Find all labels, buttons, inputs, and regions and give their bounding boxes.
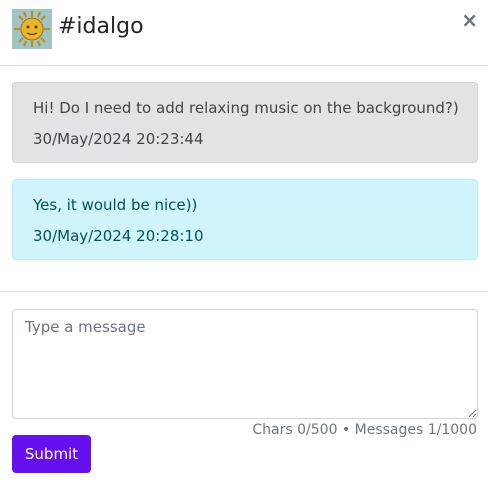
close-icon[interactable]: × <box>461 9 478 31</box>
message-timestamp: 30/May/2024 20:23:44 <box>33 130 204 148</box>
char-message-counter: Chars 0/500 • Messages 1/1000 <box>252 422 477 438</box>
message-sent: Yes, it would be nice)) 30/May/2024 20:2… <box>12 179 478 260</box>
chat-header: #idalgo × <box>0 0 488 66</box>
message-text: Yes, it would be nice)) <box>33 196 198 214</box>
sun-face-icon <box>12 9 52 49</box>
message-received: Hi! Do I need to add relaxing music on t… <box>12 82 478 163</box>
message-text: Hi! Do I need to add relaxing music on t… <box>33 99 459 117</box>
avatar <box>12 9 52 49</box>
message-timestamp: 30/May/2024 20:28:10 <box>33 227 204 245</box>
message-input[interactable] <box>12 309 478 419</box>
submit-button[interactable]: Submit <box>12 435 91 473</box>
chat-title: #idalgo <box>58 14 144 39</box>
message-list: Hi! Do I need to add relaxing music on t… <box>0 66 488 292</box>
message-composer: Chars 0/500 • Messages 1/1000 Submit <box>0 292 488 483</box>
